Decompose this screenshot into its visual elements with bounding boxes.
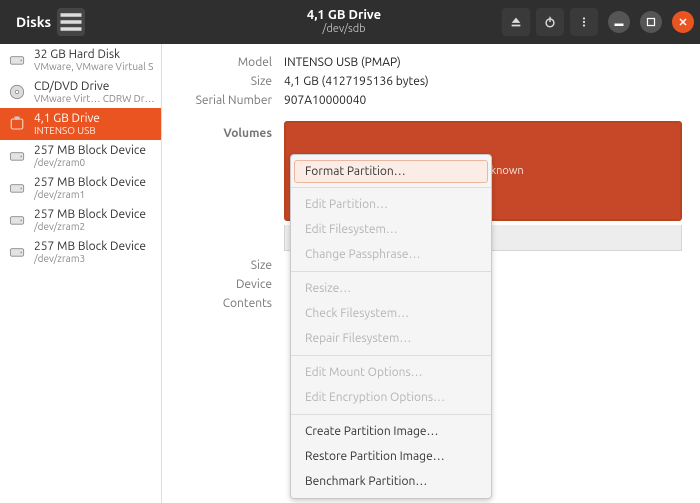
drive-label: 32 GB Hard Disk [34,48,153,61]
drive-label: 4,1 GB Drive [34,112,100,125]
menu-item-edit-partition: Edit Partition… [291,192,491,217]
menu-item-resize: Resize… [291,276,491,301]
volumes-heading: Volumes [162,127,272,251]
size-label: Size [162,75,272,88]
sidebar-drive-2[interactable]: 4,1 GB DriveINTENSO USB [0,108,161,140]
menu-item-restore-partition-image[interactable]: Restore Partition Image… [291,444,491,469]
menu-item-create-partition-image[interactable]: Create Partition Image… [291,419,491,444]
menu-separator [291,271,491,272]
drive-list-sidebar: 32 GB Hard DiskVMware, VMware Virtual SC… [0,44,162,503]
sidebar-drive-6[interactable]: 257 MB Block Device/dev/zram3 [0,236,161,268]
menu-item-change-passphrase: Change Passphrase… [291,242,491,267]
drive-label: 257 MB Block Device [34,144,146,157]
model-label: Model [162,56,272,69]
drive-sublabel: INTENSO USB [34,125,100,136]
eject-icon [509,15,523,29]
hamburger-button[interactable] [57,8,85,36]
close-button[interactable] [672,11,694,33]
sidebar-drive-5[interactable]: 257 MB Block Device/dev/zram2 [0,204,161,236]
drive-label: 257 MB Block Device [34,176,146,189]
details-pane: Model INTENSO USB (PMAP) Size 4,1 GB (41… [162,44,700,503]
drive-icon [6,209,28,231]
drive-sublabel: VMware Virt… CDRW Drive [34,93,155,104]
menu-separator [291,187,491,188]
sidebar-drive-1[interactable]: CD/DVD DriveVMware Virt… CDRW Drive [0,76,161,108]
titlebar: Disks 4,1 GB Drive /dev/sdb [0,0,700,44]
dots-icon [577,15,591,29]
menu-separator [291,414,491,415]
sidebar-drive-0[interactable]: 32 GB Hard DiskVMware, VMware Virtual S [0,44,161,76]
partition-contents-label: Contents [162,297,272,310]
maximize-button[interactable] [640,11,662,33]
drive-icon [6,113,28,135]
window-title: 4,1 GB Drive [186,8,502,24]
model-value: INTENSO USB (PMAP) [284,56,682,69]
menu-item-edit-filesystem: Edit Filesystem… [291,217,491,242]
minimize-icon [614,17,624,27]
drive-sublabel: /dev/zram1 [34,189,146,200]
hamburger-icon [57,8,85,36]
menu-separator [291,355,491,356]
partition-size-label: Size [162,259,272,272]
drive-label: 257 MB Block Device [34,240,146,253]
drive-icon [6,145,28,167]
drive-icon [6,81,28,103]
menu-item-format-partition[interactable]: Format Partition… [294,160,488,183]
drive-label: 257 MB Block Device [34,208,146,221]
minimize-button[interactable] [608,11,630,33]
eject-button[interactable] [502,8,530,36]
drive-icon [6,241,28,263]
menu-item-benchmark-partition[interactable]: Benchmark Partition… [291,469,491,494]
menu-item-check-filesystem: Check Filesystem… [291,301,491,326]
drive-sublabel: /dev/zram2 [34,221,146,232]
maximize-icon [646,17,656,27]
close-icon [678,17,688,27]
menu-item-repair-filesystem: Repair Filesystem… [291,326,491,351]
serial-value: 907A10000040 [284,94,682,107]
sidebar-drive-4[interactable]: 257 MB Block Device/dev/zram1 [0,172,161,204]
drive-icon [6,49,28,71]
sidebar-drive-3[interactable]: 257 MB Block Device/dev/zram0 [0,140,161,172]
drive-icon [6,177,28,199]
more-button[interactable] [570,8,598,36]
volume-context-menu: Format Partition… Edit Partition…Edit Fil… [290,154,492,499]
drive-sublabel: /dev/zram3 [34,253,146,264]
drive-label: CD/DVD Drive [34,80,155,93]
serial-label: Serial Number [162,94,272,107]
drive-sublabel: /dev/zram0 [34,157,146,168]
power-icon [543,15,557,29]
menu-item-edit-mount-options: Edit Mount Options… [291,360,491,385]
size-value: 4,1 GB (4127195136 bytes) [284,75,682,88]
menu-item-edit-encryption-options: Edit Encryption Options… [291,385,491,410]
power-button[interactable] [536,8,564,36]
partition-device-label: Device [162,278,272,291]
app-title: Disks [16,14,51,30]
window-subtitle: /dev/sdb [186,23,502,36]
drive-sublabel: VMware, VMware Virtual S [34,61,153,72]
